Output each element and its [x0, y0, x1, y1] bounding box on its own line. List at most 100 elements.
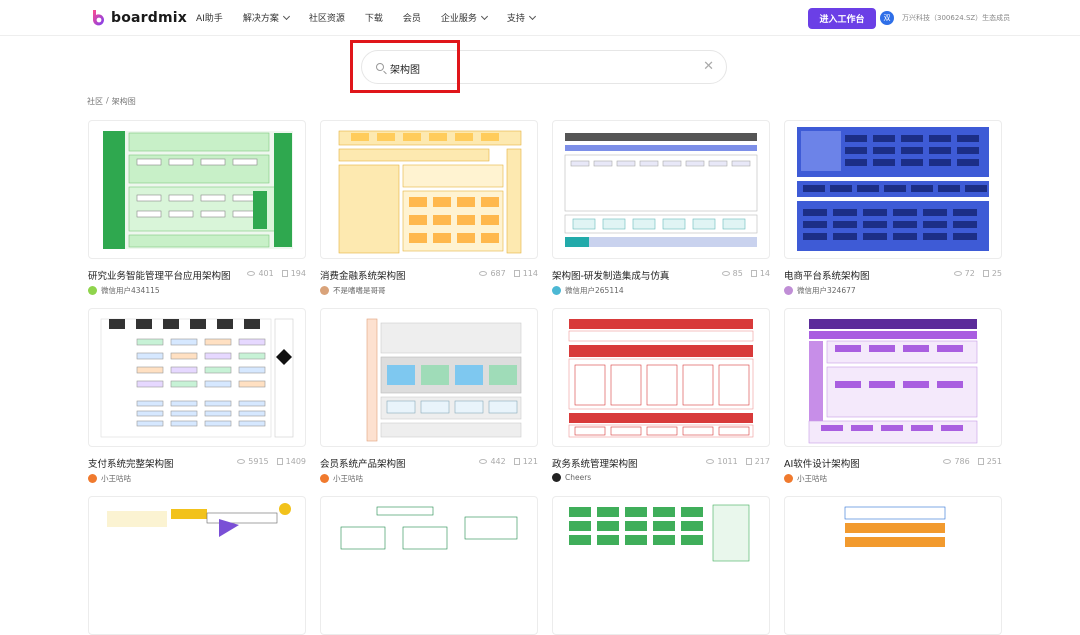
nav-label: 会员 — [402, 14, 421, 24]
author-name: 小王咕咕 — [101, 474, 131, 483]
copy-icon — [750, 270, 757, 277]
template-card[interactable]: 消费金融系统架构图 687 114 不是嗜嗜是哥哥 — [320, 120, 538, 296]
card-author[interactable]: Cheers — [552, 473, 770, 482]
card-thumbnail[interactable] — [552, 496, 770, 635]
card-author[interactable]: 微信用户324677 — [784, 285, 1002, 296]
nav-item-download[interactable]: 下载 — [365, 11, 383, 24]
author-name: 小王咕咕 — [333, 474, 363, 483]
card-thumbnail[interactable] — [784, 496, 1002, 635]
nav-label: 下载 — [364, 14, 383, 24]
copy-icon — [513, 270, 520, 277]
card-thumbnail[interactable] — [784, 120, 1002, 259]
clear-icon[interactable]: ✕ — [703, 60, 714, 74]
main-nav: AI助手 解决方案 社区资源 下载 会员 企业服务 支持 — [196, 11, 555, 24]
author-name: 微信用户324677 — [797, 286, 856, 295]
copy-icon — [982, 270, 989, 277]
boardmix-logo-icon — [93, 10, 104, 26]
card-thumbnail[interactable] — [320, 496, 538, 635]
card-thumbnail[interactable] — [88, 308, 306, 447]
card-thumbnail[interactable] — [320, 120, 538, 259]
card-thumbnail[interactable] — [552, 308, 770, 447]
nav-label: 社区资源 — [308, 14, 345, 24]
card-author[interactable]: 微信用户265114 — [552, 285, 770, 296]
partner-badge-icon: 双 — [880, 11, 894, 25]
card-author[interactable]: 小王咕咕 — [88, 473, 306, 484]
copy-icon — [281, 270, 288, 277]
template-card[interactable]: 会员系统产品架构图 442 121 小王咕咕 — [320, 308, 538, 484]
nav-item-membership[interactable]: 会员 — [403, 11, 421, 24]
nav-item-enterprise[interactable]: 企业服务 — [441, 11, 488, 24]
copies-count: 14 — [759, 269, 770, 278]
card-stats: 5915 1409 — [237, 457, 306, 466]
views-count: 687 — [490, 269, 506, 278]
copies-count: 1409 — [285, 457, 306, 466]
card-stats: 786 251 — [943, 457, 1002, 466]
eye-icon — [237, 459, 246, 464]
views-count: 5915 — [248, 457, 269, 466]
boardmix-logo[interactable]: boardmix — [91, 9, 187, 26]
views-stat: 401 — [247, 269, 274, 278]
template-card[interactable]: 政务系统管理架构图 1011 217 Cheers — [552, 308, 770, 482]
copies-stat: 25 — [982, 269, 1002, 278]
copies-stat: 14 — [750, 269, 770, 278]
eye-icon — [479, 271, 488, 276]
views-stat: 786 — [943, 457, 970, 466]
views-count: 401 — [258, 269, 274, 278]
template-card[interactable]: 电商平台系统架构图 72 25 微信用户324677 — [784, 120, 1002, 296]
card-stats: 687 114 — [479, 269, 538, 278]
card-thumbnail[interactable] — [552, 120, 770, 259]
chevron-down-icon — [282, 12, 290, 20]
copies-stat: 217 — [745, 457, 770, 466]
copies-stat: 251 — [977, 457, 1002, 466]
card-stats: 1011 217 — [706, 457, 770, 466]
enter-workspace-button[interactable]: 进入工作台 — [808, 8, 876, 29]
eye-icon — [721, 271, 730, 276]
card-stats: 72 25 — [953, 269, 1002, 278]
views-stat: 687 — [479, 269, 506, 278]
card-author[interactable]: 不是嗜嗜是哥哥 — [320, 285, 538, 296]
copy-icon — [513, 458, 520, 465]
template-card[interactable]: 研究业务智能管理平台应用架构图 401 194 微信用户434115 — [88, 120, 306, 296]
views-count: 85 — [732, 269, 743, 278]
card-author[interactable]: 微信用户434115 — [88, 285, 306, 296]
card-stats: 442 121 — [479, 457, 538, 466]
eye-icon — [479, 459, 488, 464]
nav-item-solutions[interactable]: 解决方案 — [243, 11, 290, 24]
template-card[interactable] — [88, 496, 306, 635]
breadcrumb: 社区 / 架构图 — [87, 96, 136, 107]
card-thumbnail[interactable] — [784, 308, 1002, 447]
views-count: 442 — [490, 457, 506, 466]
card-thumbnail[interactable] — [88, 120, 306, 259]
template-card[interactable] — [320, 496, 538, 635]
copy-icon — [745, 458, 752, 465]
template-card[interactable] — [552, 496, 770, 635]
template-card[interactable]: 架构图-研发制造集成与仿真 85 14 微信用户265114 — [552, 120, 770, 296]
nav-label: AI助手 — [196, 14, 223, 24]
copies-count: 121 — [522, 457, 538, 466]
author-name: Cheers — [565, 473, 592, 482]
template-card[interactable]: 支付系统完整架构图 5915 1409 小王咕咕 — [88, 308, 306, 484]
template-card[interactable] — [784, 496, 1002, 635]
views-stat: 1011 — [706, 457, 738, 466]
nav-item-support[interactable]: 支持 — [506, 11, 536, 24]
views-stat: 85 — [721, 269, 743, 278]
card-author[interactable]: 小王咕咕 — [784, 473, 1002, 484]
eye-icon — [247, 271, 256, 276]
nav-label: 支持 — [506, 14, 525, 24]
avatar — [88, 286, 97, 295]
breadcrumb-current: 架构图 — [111, 97, 136, 106]
card-thumbnail[interactable] — [320, 308, 538, 447]
chevron-down-icon — [528, 12, 536, 20]
copy-icon — [977, 458, 984, 465]
breadcrumb-home[interactable]: 社区 — [87, 96, 103, 107]
card-author[interactable]: 小王咕咕 — [320, 473, 538, 484]
nav-item-community[interactable]: 社区资源 — [309, 11, 345, 24]
nav-item-ai[interactable]: AI助手 — [196, 11, 223, 24]
logo-text: boardmix — [111, 9, 188, 26]
views-count: 1011 — [717, 457, 738, 466]
copy-icon — [276, 458, 283, 465]
top-nav-bar: boardmix AI助手 解决方案 社区资源 下载 会员 企业服务 支持 进入… — [0, 0, 1080, 36]
copies-stat: 114 — [513, 269, 538, 278]
card-thumbnail[interactable] — [88, 496, 306, 635]
template-card[interactable]: AI软件设计架构图 786 251 小王咕咕 — [784, 308, 1002, 484]
